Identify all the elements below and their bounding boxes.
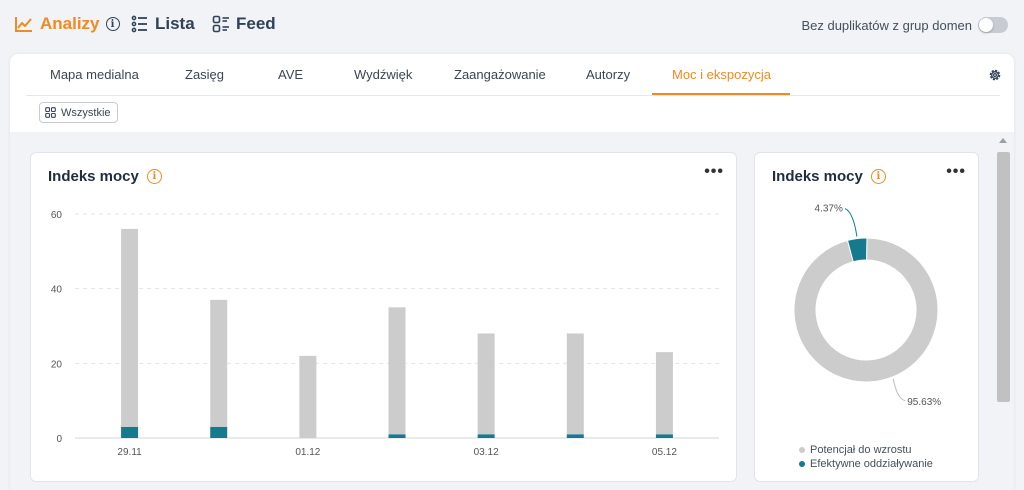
bar-segment-gray[interactable] [121, 228, 139, 427]
power-index-donut-card: Indeks mocy i ••• 4.37% 95.63% Potencjał … [754, 152, 979, 482]
tab-zasieg[interactable]: Zasięg [185, 67, 224, 82]
bar-segment-teal[interactable] [210, 426, 228, 438]
x-tick-label: 29.11 [117, 447, 142, 458]
bar-segment-teal[interactable] [566, 434, 584, 438]
bar-segment-gray[interactable] [388, 307, 406, 435]
filter-chip-label: Wszystkie [61, 106, 111, 119]
bar-segment-teal[interactable] [655, 434, 673, 438]
slice-label: 95.63% [907, 397, 941, 408]
top-navigation: Analizy i Lista Feed Bez duplikatów z gr… [0, 0, 1024, 54]
analytics-panel: Mapa medialna Zasięg AVE Wydźwięk Zaanga… [10, 54, 1014, 490]
bar-segment-gray[interactable] [566, 333, 584, 435]
grid-feed-icon [212, 15, 229, 33]
legend-label: Efektywne oddziaływanie [810, 458, 933, 470]
donut-legend: Potencjał do wzrostu Efektywne oddziaływ… [799, 443, 933, 471]
active-tab-indicator [652, 93, 790, 95]
power-index-bar-card: Indeks mocy i ••• 0 20 40 60 29.11 01.12 03.12… [30, 152, 737, 482]
vertical-scrollbar[interactable] [993, 132, 1014, 490]
gear-icon[interactable] [988, 68, 1002, 82]
nav-analizy-label: Analizy [40, 14, 100, 33]
y-tick-label: 40 [51, 285, 63, 296]
tab-mapa-medialna[interactable]: Mapa medialna [50, 67, 139, 82]
slice-label: 4.37% [815, 204, 843, 215]
tab-autorzy[interactable]: Autorzy [586, 67, 630, 82]
x-tick-label: 05.12 [652, 447, 677, 458]
nav-feed-label: Feed [236, 14, 276, 33]
legend-dot-gray [799, 447, 805, 453]
legend-label: Potencjał do wzrostu [810, 444, 912, 456]
power-index-donut-chart: 4.37% 95.63% [793, 204, 941, 408]
power-index-bar-chart: 0 20 40 60 29.11 01.12 03.12 05.12 [51, 210, 719, 458]
filter-chip-all[interactable]: Wszystkie [39, 102, 118, 123]
info-icon[interactable]: i [105, 17, 120, 31]
line-chart-icon [15, 17, 32, 32]
y-tick-label: 20 [51, 359, 63, 370]
nav-analizy[interactable]: Analizy i [14, 14, 120, 34]
bar-segment-gray[interactable] [210, 299, 228, 427]
x-tick-label: 01.12 [295, 447, 320, 458]
nav-feed[interactable]: Feed [212, 14, 276, 34]
tab-ave[interactable]: AVE [278, 67, 303, 82]
y-tick-label: 60 [51, 210, 63, 221]
grid-icon [45, 107, 56, 118]
analytics-tabs: Mapa medialna Zasięg AVE Wydźwięk Zaanga… [26, 54, 1000, 96]
legend-item[interactable]: Potencjał do wzrostu [799, 443, 933, 457]
bar-segment-gray[interactable] [655, 352, 673, 435]
bar-segment-teal[interactable] [477, 434, 495, 438]
dedup-toggle[interactable] [978, 17, 1008, 33]
scroll-up-arrow-icon[interactable] [999, 138, 1007, 143]
nav-lista-label: Lista [155, 14, 195, 33]
tab-wydzwiek[interactable]: Wydźwięk [354, 67, 412, 82]
tab-zaangazowanie[interactable]: Zaangażowanie [454, 67, 546, 82]
bar-segment-teal[interactable] [121, 426, 139, 438]
x-tick-label: 03.12 [474, 447, 499, 458]
leader-line [892, 378, 906, 402]
list-icon [131, 15, 147, 33]
bar-segment-gray[interactable] [299, 355, 317, 438]
bar-segment-gray[interactable] [477, 333, 495, 435]
legend-item[interactable]: Efektywne oddziaływanie [799, 457, 933, 471]
scroll-thumb[interactable] [997, 152, 1010, 402]
dedup-label: Bez duplikatów z grup domen [801, 18, 972, 33]
y-tick-label: 0 [56, 434, 62, 445]
bar-segment-teal[interactable] [388, 434, 406, 438]
tab-moc-i-ekspozycja[interactable]: Moc i ekspozycja [672, 67, 771, 82]
legend-dot-teal [799, 461, 805, 467]
leader-line [844, 208, 858, 237]
nav-lista[interactable]: Lista [131, 14, 195, 34]
content-area: Indeks mocy i ••• 0 20 40 60 29.11 01.12 03.12… [10, 132, 1014, 490]
